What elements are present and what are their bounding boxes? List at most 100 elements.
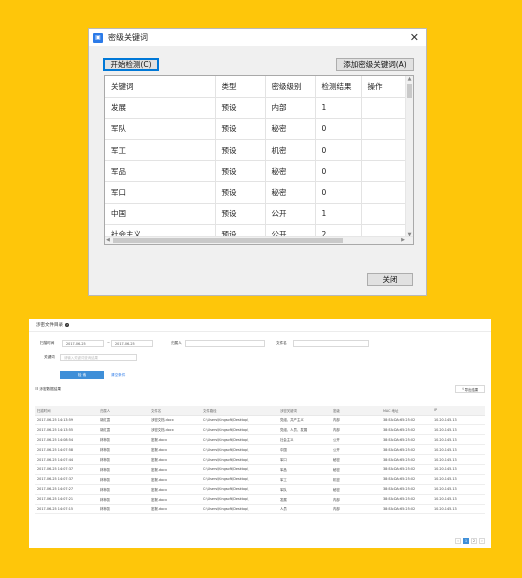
action-cell [361, 118, 408, 141]
export-button[interactable]: ⇪ 导出结果 [455, 385, 485, 393]
mac-cell: 38:EA:DA:65:25:02 [381, 464, 432, 475]
result-row[interactable]: 2017-06-25 14:13:55 胡红霞 涉密文档.docx C:\Users\… [35, 424, 485, 436]
col-level[interactable]: 密级级别 [265, 76, 316, 98]
scroll-up-icon[interactable]: ▲ [406, 76, 413, 82]
type-cell: 预设 [215, 181, 266, 204]
ip-cell: 10.20.145.13 [432, 434, 485, 446]
keyword-app-icon: ▣ [93, 32, 103, 43]
result-row[interactable]: 2017-06-25 14:08:54 林柿凯 密报.docx C:\Users\Ki… [35, 434, 485, 446]
owner-input[interactable] [185, 340, 265, 347]
col-scan-time[interactable]: 扫描时间 [35, 406, 98, 416]
scroll-left-icon[interactable]: ◀ [106, 237, 110, 243]
query-button[interactable]: 检 索 [60, 371, 104, 379]
result-cell: 1 [315, 203, 362, 225]
scan-time-cell: 2017-06-25 14:08:54 [35, 434, 98, 446]
grid-header: 关键词 类型 密级级别 检测结果 操作 [105, 76, 408, 98]
level-cell: 秘密 [265, 181, 316, 204]
ip-cell: 10.20.145.13 [432, 444, 485, 456]
next-page-icon[interactable]: › [479, 538, 485, 544]
result-cell: 0 [315, 118, 362, 141]
secret-level-cell: 内部 [331, 415, 381, 426]
keywords-cell: 军口 [278, 454, 331, 465]
page-1-button[interactable]: 1 [463, 538, 469, 544]
keyword-row[interactable]: 军口 预设 秘密 0 [105, 181, 408, 204]
result-row[interactable]: 2017-06-25 14:07:37 林柿凯 密报.docx C:\Users\Ki… [35, 474, 485, 485]
col-path[interactable]: 文件路径 [201, 406, 278, 416]
path-cell: C:\Users\Kingsoft\Desktop\ [201, 444, 278, 456]
keyword-row[interactable]: 军品 预设 秘密 0 [105, 160, 408, 183]
scan-time-cell: 2017-06-25 14:07:37 [35, 464, 98, 475]
ip-cell: 10.20.145.13 [432, 424, 485, 436]
add-keyword-button[interactable]: 添加密级关键词(A) [336, 58, 414, 71]
scan-time-cell: 2017-06-25 14:07:58 [35, 444, 98, 456]
dialog-title: 密级关键词 [108, 33, 148, 42]
filename-cell: 密报.docx [149, 454, 201, 465]
date-from-input[interactable]: 2017-06-25 [62, 340, 104, 347]
result-row[interactable]: 2017-06-25 14:07:44 林柿凯 密报.docx C:\Users\Ki… [35, 454, 485, 465]
vertical-scroll-thumb[interactable] [407, 84, 412, 98]
date-to-input[interactable]: 2017-06-25 [111, 340, 153, 347]
close-icon[interactable]: ✕ [410, 30, 419, 45]
date-separator: ~ [107, 341, 111, 345]
filename-cell: 涉密文档.docx [149, 424, 201, 436]
mac-cell: 38:EA:DA:65:25:02 [381, 424, 432, 436]
col-keywords[interactable]: 涉密关键词 [278, 406, 331, 416]
col-ip[interactable]: IP [432, 406, 485, 416]
col-secret-level[interactable]: 密级 [331, 406, 381, 416]
result-row[interactable]: 2017-06-25 14:07:15 林柿凯 密报.docx C:\Users\Ki… [35, 504, 485, 515]
ip-cell: 10.20.145.13 [432, 494, 485, 505]
col-mac[interactable]: MAC 地址 [381, 406, 432, 416]
keyword-row[interactable]: 军工 预设 机密 0 [105, 139, 408, 162]
col-filename[interactable]: 文件名 [149, 406, 201, 416]
vertical-scrollbar[interactable]: ▲ ▼ [405, 76, 413, 238]
keyword-row[interactable]: 军队 预设 秘密 0 [105, 118, 408, 141]
path-cell: C:\Users\Kingsoft\Desktop\ [201, 484, 278, 495]
result-row[interactable]: 2017-06-25 14:13:59 胡红霞 涉密文档.docx C:\Users\… [35, 415, 485, 426]
result-row[interactable]: 2017-06-25 14:07:58 林柿凯 密报.docx C:\Users\Ki… [35, 444, 485, 456]
result-row[interactable]: 2017-06-25 14:07:37 林柿凯 密报.docx C:\Users\Ki… [35, 464, 485, 475]
type-cell: 预设 [215, 203, 266, 225]
owner-label: 归属人 [171, 341, 182, 345]
result-cell: 0 [315, 139, 362, 162]
secret-level-cell: 公开 [331, 434, 381, 446]
keyword-row[interactable]: 中国 预设 公开 1 [105, 203, 408, 225]
col-keyword[interactable]: 关键词 [105, 76, 216, 98]
col-owner[interactable]: 归属人 [98, 406, 149, 416]
secret-level-cell: 内部 [331, 424, 381, 436]
result-row[interactable]: 2017-06-25 14:07:21 林柿凯 密报.docx C:\Users\Ki… [35, 494, 485, 505]
keywords-cell: 中国 [278, 444, 331, 456]
secret-file-panel: 涉密文件目录 ? 扫描时间 2017-06-25 ~ 2017-06-25 归属… [29, 319, 491, 548]
clear-filter-link[interactable]: 清空条件 [111, 373, 125, 378]
scroll-right-icon[interactable]: ▶ [401, 237, 405, 243]
close-button[interactable]: 关闭 [367, 273, 413, 286]
horizontal-scrollbar[interactable]: ◀ ▶ [105, 236, 413, 244]
result-table: 扫描时间 归属人 文件名 文件路径 涉密关键词 密级 MAC 地址 IP 201… [35, 406, 485, 515]
page-2-button[interactable]: 2 [471, 538, 477, 544]
keyword-cell: 军口 [105, 181, 216, 204]
keyword-input[interactable]: 请输入关键词查询结果 [60, 354, 137, 361]
type-cell: 预设 [215, 118, 266, 141]
keyword-cell: 中国 [105, 203, 216, 225]
help-icon[interactable]: ? [65, 323, 69, 327]
owner-cell: 林柿凯 [98, 454, 149, 465]
prev-page-icon[interactable]: ‹ [455, 538, 461, 544]
panel-title-text: 涉密文件目录 [36, 323, 63, 328]
level-cell: 机密 [265, 139, 316, 162]
horizontal-scroll-thumb[interactable] [113, 238, 343, 243]
scan-time-cell: 2017-06-25 14:07:37 [35, 474, 98, 485]
mac-cell: 38:EA:DA:65:25:02 [381, 444, 432, 456]
col-action[interactable]: 操作 [361, 76, 408, 98]
action-cell [361, 97, 408, 119]
level-cell: 秘密 [265, 160, 316, 183]
result-row[interactable]: 2017-06-25 14:07:27 林柿凯 密报.docx C:\Users\Ki… [35, 484, 485, 495]
keyword-cell: 发展 [105, 97, 216, 119]
ip-cell: 10.20.145.13 [432, 504, 485, 515]
scan-time-cell: 2017-06-25 14:13:59 [35, 415, 98, 426]
filename-input[interactable] [293, 340, 369, 347]
col-result[interactable]: 检测结果 [315, 76, 362, 98]
ip-cell: 10.20.145.13 [432, 464, 485, 475]
owner-cell: 林柿凯 [98, 464, 149, 475]
start-detect-button[interactable]: 开始检测(C) [103, 58, 159, 71]
col-type[interactable]: 类型 [215, 76, 266, 98]
keyword-row[interactable]: 发展 预设 内部 1 [105, 97, 408, 119]
